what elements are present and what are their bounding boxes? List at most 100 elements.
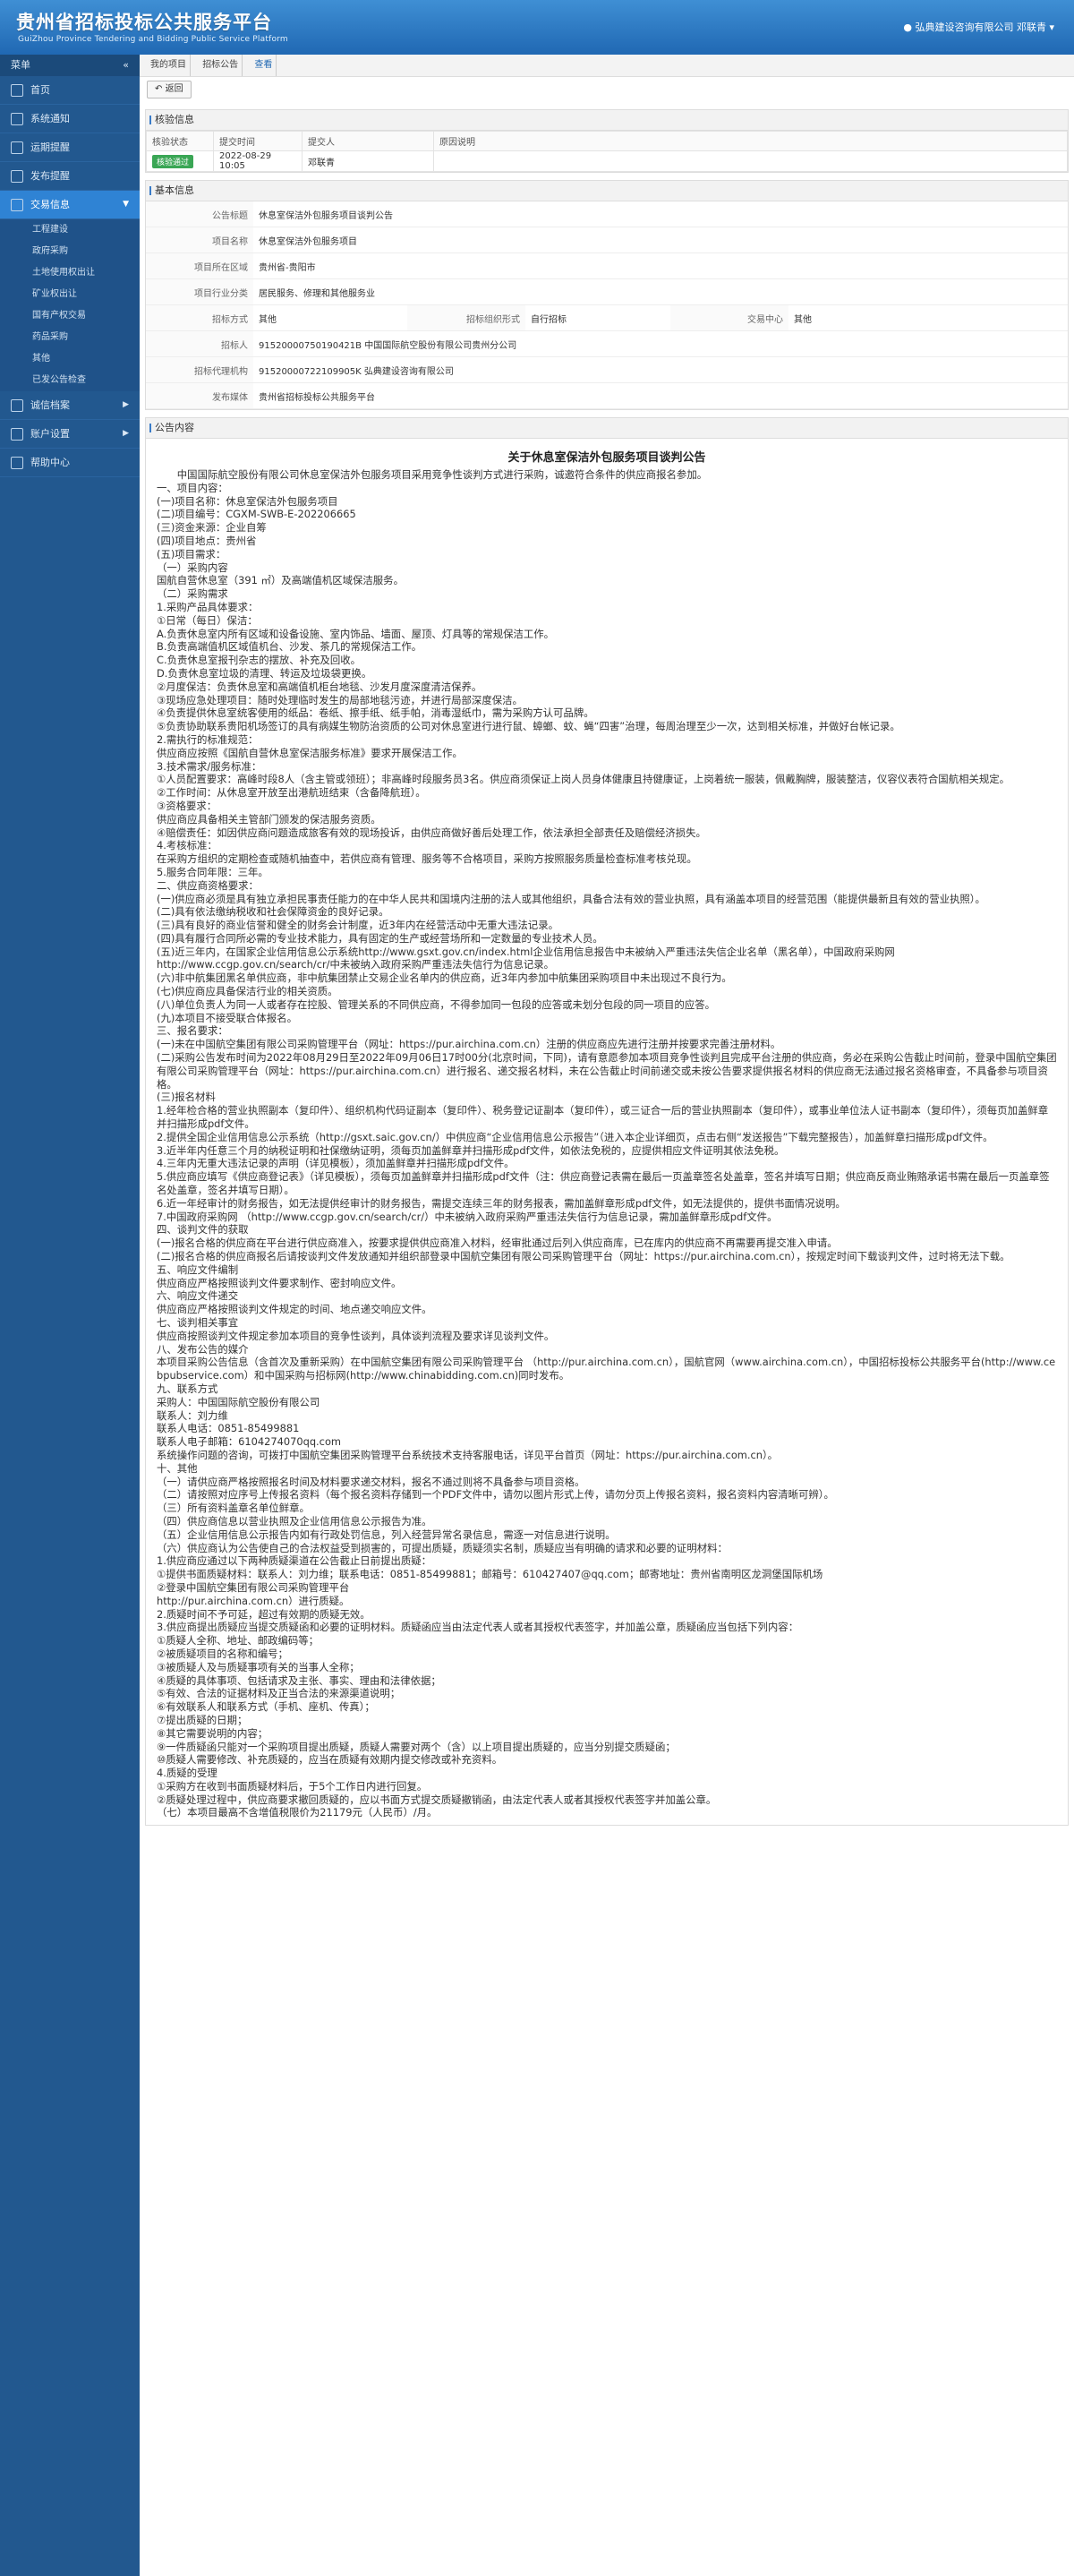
- announcement-line: ①质疑人全称、地址、邮政编码等；: [157, 1634, 320, 1647]
- announcement-line: 2.提供全国企业信用信息公示系统（http://gsxt.saic.gov.cn…: [157, 1130, 993, 1143]
- announcement-line: (五)项目需求：: [157, 547, 226, 561]
- announcement-line: ①人员配置要求：高峰时段8人（含主管或领班）；非高峰时段服务员3名。供应商须保证…: [157, 773, 1010, 786]
- review-table: 核验状态 提交时间 提交人 原因说明 核验通过 2022-08-29 10:05…: [146, 131, 1068, 172]
- field-label: 交易中心: [670, 304, 788, 331]
- collapse-icon[interactable]: «: [123, 55, 129, 76]
- column-header: 核验状态: [146, 131, 214, 151]
- announcement-line: 5.服务合同年限：三年。: [157, 865, 268, 878]
- announcement-line: B.负责高端值机区域值机台、沙发、茶几的常规保洁工作。: [157, 640, 422, 654]
- sidebar-item-account[interactable]: 账户设置 ▶: [0, 420, 140, 449]
- announcement-line: D.负责休息室垃圾的清理、转运及垃圾袋更换。: [157, 666, 372, 680]
- announcement-line: C.负责休息室报刊杂志的摆放、补充及回收。: [157, 654, 361, 667]
- back-arrow-icon: ↶: [155, 84, 163, 94]
- announcement-line: ②被质疑项目的名称和编号；: [157, 1647, 288, 1660]
- sidebar-item-deadline[interactable]: 运期提醒: [0, 133, 140, 162]
- send-icon: [11, 170, 23, 183]
- sidebar-subitem[interactable]: 国有产权交易: [0, 305, 140, 327]
- basic-info-panel: 基本信息 公告标题 休息室保洁外包服务项目谈判公告 项目名称 休息室保洁外包服务项目…: [145, 180, 1069, 410]
- sidebar-subitem[interactable]: 药品采购: [0, 327, 140, 348]
- table-cell: 2022-08-29 10:05: [213, 150, 303, 172]
- announcement-line: ⑥有效联系人和联系方式（手机、座机、传真）；: [157, 1700, 375, 1714]
- announcement-line: 联系人电话：0851-85499881: [157, 1422, 300, 1435]
- home-icon: [11, 84, 23, 97]
- sidebar-header-label: 菜单: [11, 59, 30, 71]
- announcement-line: ③被质疑人及与质疑事项有关的当事人全称；: [157, 1660, 360, 1673]
- announcement-line: ⑦提出质疑的日期；: [157, 1713, 248, 1726]
- announcement-line: 1.经年检合格的营业执照副本（复印件）、组织机构代码证副本（复印件）、税务登记证…: [157, 1104, 1049, 1131]
- announcement-line: (二)报名合格的供应商报名后请按谈判文件发放通知并组织部登录中国航空集团有限公司…: [157, 1250, 1010, 1263]
- sidebar-subitem[interactable]: 土地使用权出让: [0, 262, 140, 284]
- announcement-line: ④负责提供休息室统客使用的纸品：卷纸、擦手纸、纸手帕，消毒湿纸巾，需为采购方认可…: [157, 706, 594, 720]
- sidebar-item-credit[interactable]: 诚信档案 ▶: [0, 391, 140, 420]
- announcement-line: 国航自营休息室（391 ㎡）及高端值机区域保洁服务。: [157, 574, 404, 587]
- sidebar-item-notice[interactable]: 系统通知: [0, 105, 140, 133]
- field-label: 招标组织形式: [407, 304, 525, 331]
- announcement-line: (一)供应商必须是具有独立承担民事责任能力的在中华人民共和国境内注册的法人或其他…: [157, 892, 985, 905]
- sidebar-item-label: 首页: [30, 84, 50, 96]
- chevron-right-icon: ▶: [123, 429, 129, 438]
- announcement-line: http://www.ccgp.gov.cn/search/cr/中未被纳入政府…: [157, 958, 555, 971]
- breadcrumb: 我的项目 招标公告 查看: [140, 55, 1074, 77]
- back-button[interactable]: ↶ 返回: [147, 81, 192, 98]
- announcement-line: ④质疑的具体事项、包括请求及主张、事实、理由和法律依据；: [157, 1673, 441, 1687]
- announcement-line: (三)报名材料: [157, 1091, 216, 1104]
- sidebar-subitem[interactable]: 已发公告检查: [0, 370, 140, 391]
- table-cell: [433, 150, 1068, 172]
- announcement-line: (一)未在中国航空集团有限公司采购管理平台（网址：https://pur.air…: [157, 1038, 781, 1051]
- announcement-line: 5.供应商应填写《供应商登记表》（详见模板），须每页加盖鲜章并扫描形成pdf文件…: [157, 1170, 1050, 1197]
- top-header: 贵州省招标投标公共服务平台 GuiZhou Province Tendering…: [0, 0, 1074, 55]
- announcement-line: 十、其他: [157, 1461, 198, 1475]
- announcement-line: （四）供应商信息以营业执照及企业信用信息公示报告为准。: [157, 1514, 432, 1528]
- field-label: 招标人: [146, 330, 253, 357]
- sidebar-item-home[interactable]: 首页: [0, 76, 140, 105]
- announcement-line: 4.考核标准：: [157, 839, 217, 852]
- announcement-line: 1.采购产品具体要求：: [157, 600, 259, 613]
- announcement-line: （七）本项目最高不含增值税限价为21179元（人民币）/月。: [157, 1806, 438, 1819]
- announcement-line: ①日常（每日）保洁：: [157, 613, 258, 627]
- sidebar-subitem[interactable]: 矿业权出让: [0, 284, 140, 305]
- breadcrumb-item-current[interactable]: 查看: [251, 55, 277, 76]
- sidebar-subitem[interactable]: 工程建设: [0, 219, 140, 241]
- announcement-line: 采购人：中国国际航空股份有限公司: [157, 1395, 320, 1408]
- field-label: 项目行业分类: [146, 278, 253, 305]
- sidebar-item-help[interactable]: 帮助中心: [0, 449, 140, 477]
- field-value: 贵州省招标投标公共服务平台: [253, 382, 1068, 409]
- announcement-line: 在采购方组织的定期检查或随机抽查中，若供应商有管理、服务等不合格项目，采购方按照…: [157, 852, 697, 866]
- announcement-line: (二)项目编号：CGXM-SWB-E-202206665: [157, 508, 356, 521]
- announcement-line: ②质疑处理过程中，供应商要求撤回质疑的，应以书面方式提交质疑撤销函，由法定代表人…: [157, 1793, 717, 1806]
- field-label: 项目名称: [146, 227, 253, 253]
- announcement-body: 关于休息室保洁外包服务项目谈判公告 中国国际航空股份有限公司休息室保洁外包服务项…: [146, 439, 1068, 1825]
- field-label: 招标方式: [146, 304, 253, 331]
- column-header: 提交时间: [213, 131, 303, 151]
- sidebar-item-trade-info[interactable]: 交易信息 ▼: [0, 191, 140, 219]
- main-content: 我的项目 招标公告 查看 ↶ 返回 核验信息 核验状态 提交时间 提交人 原因说…: [140, 55, 1074, 2576]
- user-name: 弘典建设咨询有限公司 邓联青: [915, 21, 1046, 33]
- column-header: 提交人: [302, 131, 434, 151]
- announcement-line: ②工作时间：从休息室开放至出港航班结束（含备降航班）。: [157, 786, 426, 800]
- sidebar-item-publish[interactable]: 发布提醒: [0, 162, 140, 191]
- sidebar-subitem[interactable]: 政府采购: [0, 241, 140, 262]
- announcement-line: 八、发布公告的媒介: [157, 1342, 249, 1356]
- sidebar-subitem[interactable]: 其他: [0, 348, 140, 370]
- announcement-line: ⑤负责协助联系贵阳机场签订的具有病媒生物防治资质的公司对休息室进行进行鼠、蟑螂、…: [157, 720, 900, 733]
- announcement-line: （二）采购需求: [157, 587, 228, 601]
- field-value: 休息室保洁外包服务项目: [253, 227, 1068, 253]
- announcement-line: (九)本项目不接受联合体报名。: [157, 1011, 297, 1024]
- field-value: 91520000750190421B 中国国际航空股份有限公司贵州分公司: [253, 330, 1068, 357]
- user-menu[interactable]: ● 弘典建设咨询有限公司 邓联青 ▾: [903, 20, 1054, 34]
- field-value: 居民服务、修理和其他服务业: [253, 278, 1068, 305]
- field-value: 贵州省-贵阳市: [253, 252, 1068, 279]
- announcement-panel-title: 公告内容: [146, 418, 1068, 439]
- announcement-line: （一）请供应商严格按照报名时间及材料要求递交材料，报名不通过则将不具备参与项目资…: [157, 1475, 585, 1488]
- announcement-panel: 公告内容 关于休息室保洁外包服务项目谈判公告 中国国际航空股份有限公司休息室保洁…: [145, 417, 1069, 1827]
- announcement-line: 联系人：刘力维: [157, 1408, 228, 1422]
- breadcrumb-item[interactable]: 我的项目: [147, 55, 191, 76]
- help-icon: [11, 457, 23, 469]
- announcement-line: 供应商应严格按照谈判文件规定的时间、地点递交响应文件。: [157, 1303, 432, 1316]
- announcement-line: 七、谈判相关事宜: [157, 1316, 239, 1329]
- announcement-line: （六）供应商认为公告使自己的合法权益受到损害的，可提出质疑，质疑须实名制，质疑应…: [157, 1541, 728, 1554]
- user-icon: ●: [903, 21, 912, 33]
- field-label: 公告标题: [146, 201, 253, 227]
- field-value: 其他: [253, 304, 407, 331]
- breadcrumb-item[interactable]: 招标公告: [199, 55, 243, 76]
